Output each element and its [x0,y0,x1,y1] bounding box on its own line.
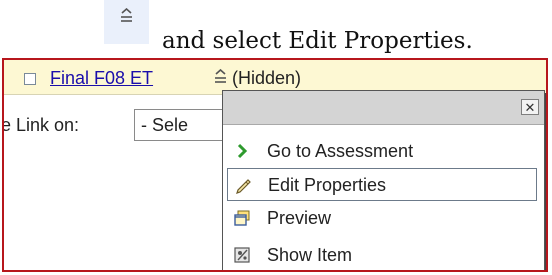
link-on-select-value: - Sele [141,115,189,135]
screenshot-frame: Final F08 ET (Hidden) e Link on: - Sele … [2,58,548,272]
menu-item-show-item[interactable]: Show Item [227,239,537,270]
menu-item-label: Preview [267,208,332,228]
options-menu-icon [121,8,132,22]
close-icon: ✕ [524,99,536,115]
menu-item-preview[interactable]: Preview [227,202,537,235]
hidden-status-label: (Hidden) [232,68,302,88]
link-on-label: e Link on: [2,115,80,135]
item-title-link[interactable]: Final F08 ET [50,68,153,89]
link-on-select[interactable]: - Sele [134,109,224,141]
options-menu-button-example [104,0,149,44]
show-item-icon [234,247,250,263]
menu-item-label: Edit Properties [268,175,387,195]
link-on-row: e Link on: - Sele [4,109,224,145]
pencil-icon [236,179,251,194]
menu-item-label: Go to Assessment [267,141,414,161]
preview-window-icon [234,210,250,226]
item-context-menu: ✕ Go to Assessment Edit Properties Previ… [222,90,545,270]
menu-item-label: Show Item [267,245,353,265]
options-menu-icon[interactable] [214,68,227,85]
instruction-text: and select Edit Properties. [162,28,473,54]
item-checkbox[interactable] [24,73,36,85]
menu-item-go-to-assessment[interactable]: Go to Assessment [227,135,537,168]
menu-item-edit-properties[interactable]: Edit Properties [227,168,537,201]
green-chevron-icon [237,143,248,159]
menu-header: ✕ [223,91,544,125]
close-button[interactable]: ✕ [521,99,539,115]
